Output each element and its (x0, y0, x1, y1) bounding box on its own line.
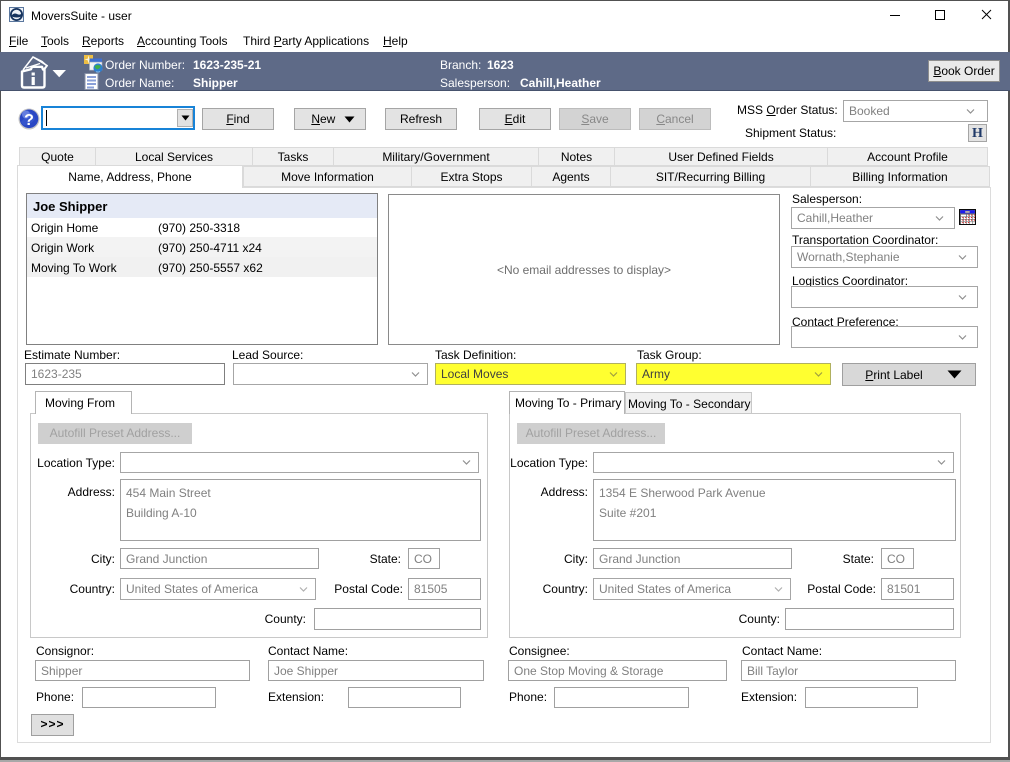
svg-text:?: ? (24, 112, 34, 129)
